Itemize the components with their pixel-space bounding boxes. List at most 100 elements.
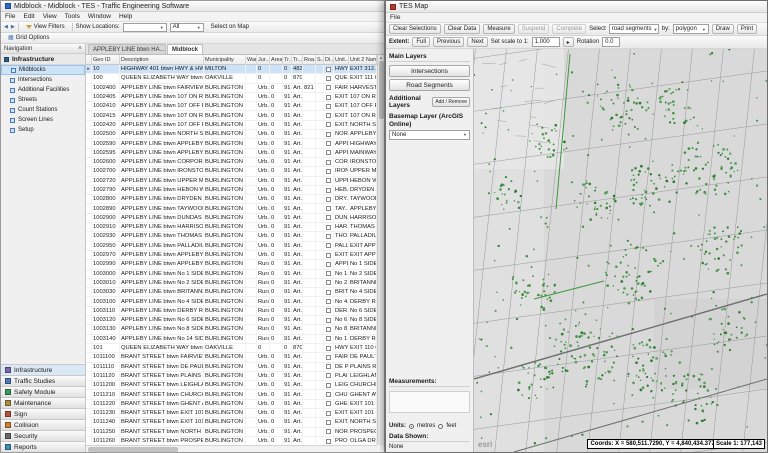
module-maintenance[interactable]: Maintenance [1,397,85,408]
column-header[interactable]: S... [316,55,324,64]
flag-checkbox[interactable] [326,196,331,202]
feet-radio[interactable] [438,423,444,429]
clear-selections-button[interactable]: Clear Selections [389,24,441,34]
tab-midblock[interactable]: Midblock [167,44,204,54]
module-safety-module[interactable]: Safety Module [1,386,85,397]
scale-input[interactable]: 1,000 [531,37,560,47]
module-collision[interactable]: Collision [1,419,85,430]
flag-checkbox[interactable] [326,159,331,165]
road-segments-layer-button[interactable]: Road Segments [389,79,470,91]
flag-checkbox[interactable] [326,271,331,277]
intersections-layer-button[interactable]: Intersections [389,65,470,77]
column-header[interactable]: Roa... [303,55,316,64]
column-header[interactable]: Municipality [204,55,246,64]
grid-row[interactable]: 1011230BRANT STREET btwn EXIT 101 ON RAM… [86,408,377,419]
grid-row[interactable]: 1003100APPLEBY LINE btwn No 4 SIDE ROAD … [86,297,377,307]
grid-options-button[interactable]: ▦ Grid Options [4,34,53,43]
column-header[interactable]: Jur... [257,55,270,64]
grid-row[interactable]: 1003110APPLEBY LINE btwn DERBY ROAD & A.… [86,306,377,317]
grid-row[interactable]: 1002590APPLEBY LINE btwn APPLEBY LINE &.… [86,139,377,149]
metres-radio[interactable] [409,423,414,429]
flag-checkbox[interactable] [326,299,331,305]
grid-row[interactable]: 1002410APPLEBY LINE btwn 107 OFF RAMP &.… [86,102,377,112]
flag-checkbox[interactable] [326,233,331,239]
scope-dropdown[interactable]: All ▼ [169,22,204,32]
complete-button[interactable]: Complete [552,24,587,34]
add-remove-layers-button[interactable]: Add / Remove [432,97,470,107]
module-infrastructure[interactable]: Infrastructure [1,364,85,375]
grid-row[interactable]: 1002400APPLEBY LINE btwn FAIRVIEW STREET… [86,83,377,93]
column-header[interactable]: Ward [246,55,257,64]
grid-row[interactable]: 1002405APPLEBY LINE btwn 107 ON RAMP &..… [86,92,377,103]
flag-checkbox[interactable] [326,438,331,444]
flag-checkbox[interactable] [326,401,331,407]
flag-checkbox[interactable] [326,336,331,342]
grid-row[interactable]: 1003010APPLEBY LINE btwn No 2 SIDE ROAD … [86,278,377,289]
map-canvas[interactable] [474,49,767,452]
close-icon[interactable]: × [78,45,82,52]
module-traffic-studies[interactable]: Traffic Studies [1,375,85,386]
menu-item-view[interactable]: View [39,13,61,20]
flag-checkbox[interactable] [326,66,331,72]
flag-checkbox[interactable] [326,382,331,388]
flag-checkbox[interactable] [326,206,331,212]
flag-checkbox[interactable] [326,419,331,425]
menu-item-file[interactable]: File [1,13,19,20]
module-sign[interactable]: Sign [1,408,85,419]
flag-checkbox[interactable] [326,429,331,435]
grid-row[interactable]: 1011200BRANT STREET btwn LEIGHLAND ROA..… [86,381,377,391]
tree-item-streets[interactable]: Streets [1,95,85,105]
module-reports[interactable]: Reports [1,441,85,452]
grid-horizontal-scrollbar[interactable] [86,445,377,452]
grid-row[interactable]: 1003000APPLEBY LINE btwn No 1 SIDE ROAD … [86,269,377,279]
grid-row[interactable]: 1002970APPLEBY LINE btwn APPLEBY LINE &.… [86,250,377,261]
flag-checkbox[interactable] [326,410,331,416]
grid-row[interactable]: 1002420APPLEBY LINE btwn 107 OFF RAMP &.… [86,120,377,131]
forward-icon[interactable]: ▶ [11,24,15,30]
column-header[interactable]: Area [270,55,283,64]
measure-button[interactable]: Measure [483,24,515,34]
grid-row[interactable]: 1003120APPLEBY LINE btwn No 6 SIDE ROAD … [86,316,377,326]
grid-row[interactable]: 1003130APPLEBY LINE btwn No 8 SIDE ROAD … [86,325,377,335]
flag-checkbox[interactable] [326,261,331,267]
grid-row[interactable]: 1003030APPLEBY LINE btwn BRITANNIA ROAD.… [86,288,377,298]
module-security[interactable]: Security [1,430,85,441]
grid-row[interactable]: ▸ 10 HIGHWAY 401 btwn HWY & HWY MILTON 0 0 482… [86,65,377,75]
grid-row[interactable]: 1002890APPLEBY LINE btwn TAYWOOD DRIVE..… [86,204,377,214]
menu-item-window[interactable]: Window [84,13,115,20]
grid-row[interactable]: 1002800APPLEBY LINE btwn DRYDEN AVENUE &… [86,195,377,205]
tree-item-midblocks[interactable]: Midblocks [1,65,85,75]
grid-row[interactable]: 100QUEEN ELIZABETH WAY btwn QUEEN E...OA… [86,74,377,84]
scrollbar-thumb[interactable] [378,61,384,119]
flag-checkbox[interactable] [326,243,331,249]
flag-checkbox[interactable] [326,215,331,221]
flag-checkbox[interactable] [326,280,331,286]
grid-row[interactable]: 1003140APPLEBY LINE btwn No 14 SIDE ROAD… [86,334,377,344]
tree-item-intersections[interactable]: Intersections [1,75,85,85]
grid-vertical-scrollbar[interactable]: ▲ [377,55,384,445]
column-header[interactable]: Unit 2 Name [349,55,377,64]
grid-row[interactable]: 1011220BRANT STREET btwn GHENT AVENUE &.… [86,399,377,409]
grid-row[interactable]: 1002910APPLEBY LINE btwn HARRISON COURT.… [86,223,377,233]
flag-checkbox[interactable] [326,150,331,156]
basemap-dropdown[interactable]: None ▼ [389,129,470,140]
tree-item-additional-facilities[interactable]: Additional Facilities [1,85,85,95]
flag-checkbox[interactable] [326,308,331,314]
flag-checkbox[interactable] [326,317,331,323]
rotation-input[interactable]: 0.0 [602,37,621,47]
column-header[interactable]: Tr... [292,55,303,64]
tab-appleby-line[interactable]: APPLEBY LINE btwn HA... × [88,44,166,54]
grid-row[interactable]: 1002595APPLEBY LINE btwn APPLEBY LINE &.… [86,148,377,158]
flag-checkbox[interactable] [326,168,331,174]
extent-previous-button[interactable]: Previous [433,37,465,47]
grid-row[interactable]: 101QUEEN ELIZABETH WAY btwn HWY &...OAKV… [86,343,377,354]
flag-checkbox[interactable] [326,113,331,119]
grid-row[interactable]: 1011100BRANT STREET btwn FAIRVIEW STREE.… [86,353,377,363]
grid-row[interactable]: 1002950APPLEBY LINE btwn PALLADIUM WAY &… [86,241,377,251]
grid-row[interactable]: 1002415APPLEBY LINE btwn 107 ON RAMP &..… [86,111,377,121]
by-dropdown[interactable]: polygon ▼ [672,24,709,34]
show-locations-dropdown[interactable]: ▼ [122,22,167,32]
print-button[interactable]: Print [736,24,758,34]
select-on-map-button[interactable]: Select on Map [207,23,253,32]
grid-row[interactable]: 1002930APPLEBY LINE btwn THOMAS ALTON B.… [86,232,377,242]
